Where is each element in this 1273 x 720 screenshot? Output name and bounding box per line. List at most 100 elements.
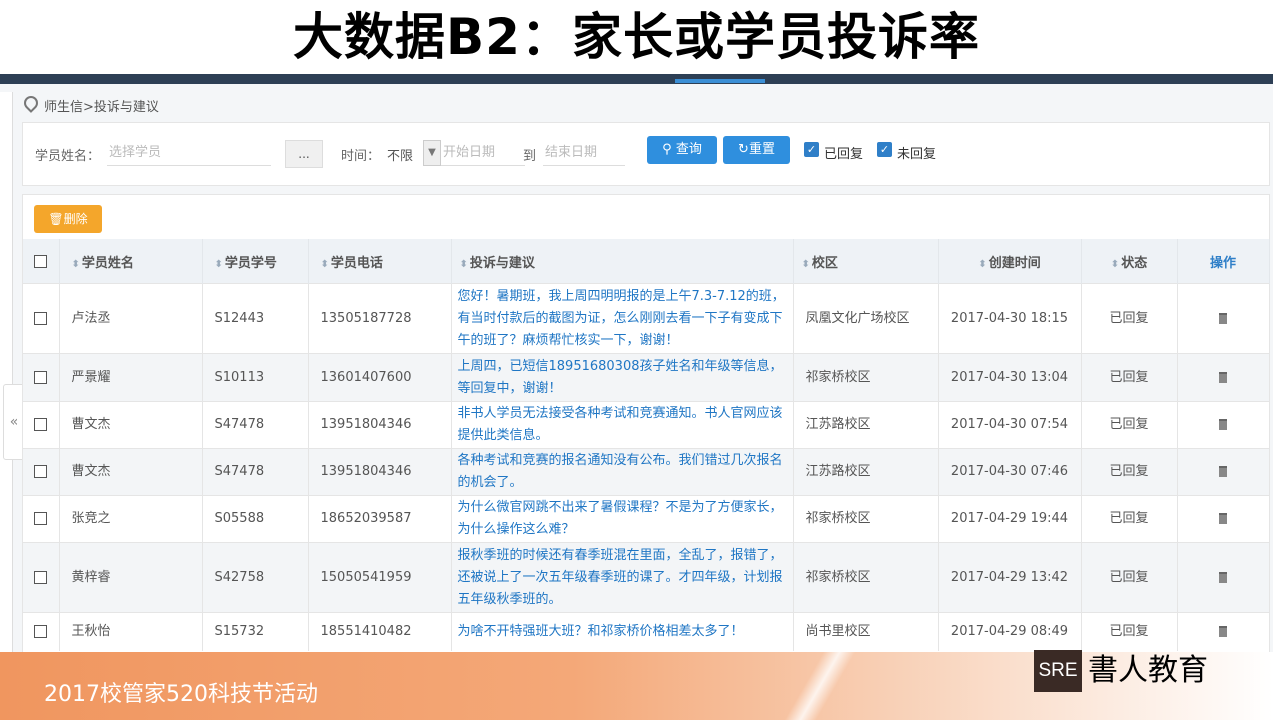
column-header-label: 学员姓名	[81, 255, 134, 271]
search-icon: ⚲	[662, 142, 676, 157]
trash-icon[interactable]	[1219, 419, 1227, 430]
student-name-cell: 王秋怡	[59, 612, 203, 651]
trash-icon[interactable]	[1219, 312, 1227, 324]
campus-cell: 江苏路校区	[793, 448, 939, 496]
unreplied-checkbox[interactable]: ✓	[877, 142, 892, 157]
created-time-cell: 2017-04-30 18:15	[938, 283, 1082, 354]
row-checkbox[interactable]	[23, 448, 60, 496]
created-time-cell: 2017-04-30 07:54	[938, 401, 1082, 449]
table-row: 卢法丞 S12443 13505187728 您好！暑期班，我上周四明明报的是上午7.…	[23, 283, 1270, 354]
row-checkbox[interactable]	[23, 353, 60, 402]
filter-bar: 学员姓名： ... 时间： 不限 ▼ 到 ⚲ 查询 ↻重置 ✓ 已回复 ✓ 未回…	[22, 122, 1270, 186]
column-header[interactable]: ⬍ 创建时间	[938, 239, 1082, 284]
student-id-cell: S12443	[202, 283, 309, 354]
sort-icon: ⬍	[1110, 258, 1120, 270]
column-header[interactable]: ⬍ 状态	[1081, 239, 1178, 284]
app-content: « 师生信>投诉与建议 学员姓名： ... 时间： 不限 ▼ 到 ⚲ 查询 ↻重…	[0, 84, 1273, 666]
student-name-cell: 卢法丞	[59, 283, 203, 354]
breadcrumb-text: 师生信>投诉与建议	[44, 100, 159, 115]
trash-icon[interactable]	[1219, 571, 1227, 583]
status-cell: 已回复	[1081, 401, 1178, 449]
trash-icon[interactable]	[1219, 466, 1227, 477]
column-header-label: 投诉与建议	[469, 255, 535, 271]
reset-button[interactable]: ↻重置	[723, 136, 790, 164]
action-cell	[1177, 401, 1270, 449]
time-label: 时间：	[341, 149, 381, 164]
student-phone-cell: 13601407600	[308, 353, 452, 402]
complaint-content-cell: 您好！暑期班，我上周四明明报的是上午7.3-7.12的班，有当时付款后的截图为证…	[451, 283, 794, 354]
complaint-content-cell: 为什么微官网跳不出来了暑假课程？不是为了方便家长，为什么操作这么难？	[451, 495, 794, 543]
student-phone-cell: 15050541959	[308, 542, 452, 613]
complaint-content-cell: 各种考试和竞赛的报名通知没有公布。我们错过几次报名的机会了。	[451, 448, 794, 496]
column-header[interactable]: ⬍ 学员电话	[308, 239, 452, 284]
student-name-cell: 黄梓睿	[59, 542, 203, 613]
delete-button[interactable]: 🗑删除	[34, 205, 102, 233]
row-checkbox[interactable]	[23, 401, 60, 449]
footer-decoration	[760, 652, 880, 720]
table-body: 卢法丞 S12443 13505187728 您好！暑期班，我上周四明明报的是上午7.…	[23, 283, 1270, 651]
unreplied-checkbox-label: 未回复	[897, 147, 937, 162]
created-time-cell: 2017-04-30 07:46	[938, 448, 1082, 496]
table-row: 黄梓睿 S42758 15050541959 报秋季班的时候还有春季班混在里面，全乱了…	[23, 542, 1270, 613]
column-header[interactable]: ⬍ 学员学号	[202, 239, 309, 284]
row-checkbox[interactable]	[23, 542, 60, 613]
student-phone-cell: 13951804346	[308, 401, 452, 449]
row-checkbox[interactable]	[23, 495, 60, 543]
query-button[interactable]: ⚲ 查询	[647, 136, 717, 164]
trash-icon[interactable]	[1219, 513, 1227, 524]
student-id-cell: S47478	[202, 448, 309, 496]
logo-mark: SRE	[1034, 650, 1082, 692]
select-student-button[interactable]: ...	[285, 140, 323, 168]
student-id-cell: S15732	[202, 612, 309, 651]
student-name-cell: 曹文杰	[59, 401, 203, 449]
query-button-label: 查询	[675, 142, 702, 157]
column-header[interactable]: ⬍ 校区	[793, 239, 939, 284]
delete-button-label: 删除	[63, 212, 88, 226]
trash-icon: 🗑	[48, 212, 64, 226]
complaints-table: ⬍ 学员姓名 ⬍ 学员学号 ⬍ 学员电话 ⬍ 投诉与建议 ⬍ 校区 ⬍ 创建时间 ⬍ 状态 操…	[23, 239, 1270, 651]
chevron-down-icon[interactable]: ▼	[423, 140, 441, 166]
table-header-row: ⬍ 学员姓名 ⬍ 学员学号 ⬍ 学员电话 ⬍ 投诉与建议 ⬍ 校区 ⬍ 创建时间 ⬍ 状态 操…	[23, 239, 1270, 284]
slide-header: 大数据B2：家长或学员投诉率	[0, 0, 1273, 76]
column-header[interactable]: ⬍ 学员姓名	[59, 239, 203, 284]
created-time-cell: 2017-04-30 13:04	[938, 353, 1082, 402]
row-checkbox[interactable]	[23, 612, 60, 651]
logo-text: 書人教育	[1088, 653, 1208, 688]
complaint-content-cell: 报秋季班的时候还有春季班混在里面，全乱了，报错了，还被说上了一次五年级春季班的课…	[451, 542, 794, 613]
student-id-cell: S10113	[202, 353, 309, 402]
replied-checkbox[interactable]: ✓	[804, 142, 819, 157]
footer-text: 2017校管家520科技节活动	[44, 682, 318, 707]
student-id-cell: S47478	[202, 401, 309, 449]
column-header[interactable]: ⬍ 投诉与建议	[451, 239, 794, 284]
complaint-content-cell: 为啥不开特强班大班？和祁家桥价格相差太多了！	[451, 612, 794, 651]
trash-icon[interactable]	[1219, 625, 1227, 637]
column-header-label: 学员学号	[224, 255, 277, 271]
action-cell	[1177, 448, 1270, 496]
select-all-checkbox[interactable]	[23, 239, 60, 284]
complaint-content-cell: 非书人学员无法接受各种考试和竞赛通知。书人官网应该提供此类信息。	[451, 401, 794, 449]
start-date-input[interactable]	[441, 139, 525, 166]
sort-icon: ⬍	[71, 258, 80, 270]
trash-icon[interactable]	[1219, 371, 1227, 383]
student-name-cell: 曹文杰	[59, 448, 203, 496]
end-date-input[interactable]	[543, 139, 625, 166]
action-cell	[1177, 283, 1270, 354]
campus-cell: 江苏路校区	[793, 401, 939, 449]
campus-cell: 祁家桥校区	[793, 542, 939, 613]
student-name-input[interactable]	[107, 139, 271, 166]
column-header: 操作	[1177, 239, 1270, 284]
replied-checkbox-label: 已回复	[824, 147, 864, 162]
table-row: 曹文杰 S47478 13951804346 非书人学员无法接受各种考试和竞赛通知。书…	[23, 401, 1270, 449]
table-row: 张竞之 S05588 18652039587 为什么微官网跳不出来了暑假课程？不是为了…	[23, 495, 1270, 543]
campus-cell: 祁家桥校区	[793, 353, 939, 402]
row-checkbox[interactable]	[23, 283, 60, 354]
student-phone-cell: 13505187728	[308, 283, 452, 354]
student-id-cell: S05588	[202, 495, 309, 543]
student-name-cell: 张竞之	[59, 495, 203, 543]
sort-icon: ⬍	[320, 258, 329, 270]
column-header-label: 学员电话	[330, 255, 383, 271]
table-row: 曹文杰 S47478 13951804346 各种考试和竞赛的报名通知没有公布。我们错…	[23, 448, 1270, 496]
student-name-label: 学员姓名：	[35, 149, 101, 164]
table-row: 王秋怡 S15732 18551410482 为啥不开特强班大班？和祁家桥价格相差太多…	[23, 612, 1270, 651]
time-range-select-value[interactable]: 不限	[387, 145, 413, 164]
